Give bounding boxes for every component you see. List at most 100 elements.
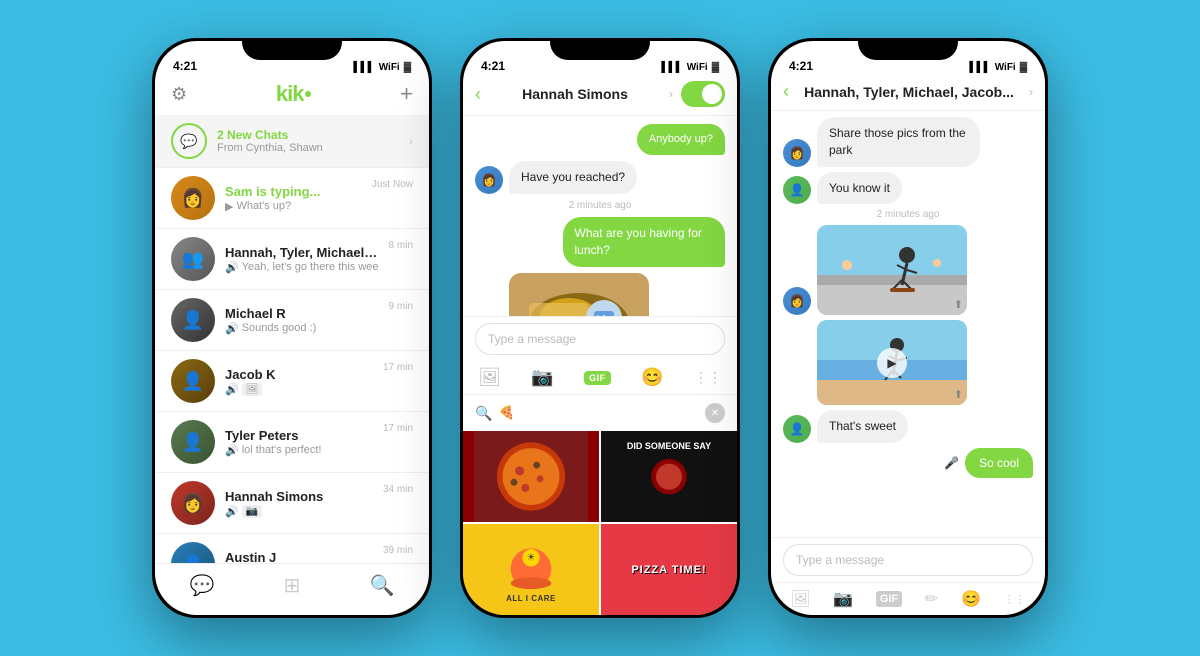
message-row: 👩 LA CROIX ⬆	[475, 273, 725, 316]
notch-3	[858, 38, 958, 60]
gif-button[interactable]: GIF	[876, 591, 902, 607]
chat-info: Jacob K 🔊 🖼	[225, 367, 373, 396]
gif-button[interactable]: GIF	[584, 371, 611, 385]
message-bubble: That's sweet	[817, 410, 908, 443]
gif-item[interactable]: PIZZA TIME!	[601, 524, 737, 615]
camera-button[interactable]: 📷	[833, 589, 853, 609]
message-row: 👩	[783, 225, 1033, 315]
upload-icon[interactable]: ⬆	[954, 388, 963, 401]
message-input[interactable]: Type a message	[783, 544, 1033, 576]
food-image: LA CROIX	[509, 273, 649, 316]
list-item[interactable]: 👤 Jacob K 🔊 🖼 17 min	[155, 351, 429, 412]
preview-icon: 🔊	[225, 261, 239, 274]
photo-library-button[interactable]: 🖼	[478, 367, 501, 388]
status-icons-3: ▌▌▌ WiFi ▓	[969, 62, 1027, 73]
chat-time: 9 min	[389, 301, 413, 312]
photo-library-button[interactable]: 🖼	[790, 589, 810, 609]
list-item[interactable]: 👩 Hannah Simons 🔊 📷 34 min	[155, 473, 429, 534]
chat-info: Michael R 🔊 Sounds good :)	[225, 306, 379, 335]
chat-info: Hannah Simons 🔊 📷	[225, 489, 373, 518]
video-call-toggle[interactable]	[681, 81, 725, 107]
toggle-knob	[702, 84, 722, 104]
chat-time: 17 min	[383, 362, 413, 373]
camera-button[interactable]: 📷	[531, 367, 553, 388]
message-row: What are you having for lunch?	[475, 217, 725, 267]
list-item[interactable]: 👤 Tyler Peters 🔊 lol that's perfect! 17 …	[155, 412, 429, 473]
more-button[interactable]: ⋮⋮	[694, 369, 722, 386]
avatar: 👤	[171, 298, 215, 342]
chat-info: Hannah, Tyler, Michael, R... 🔊 Yeah, let…	[225, 245, 379, 274]
upload-icon[interactable]: ⬆	[954, 298, 963, 311]
message-row: Anybody up?	[475, 124, 725, 155]
wifi-icon: WiFi	[379, 62, 400, 73]
more-button[interactable]: ⋮⋮	[1004, 593, 1026, 606]
conv-title: Hannah Simons	[489, 86, 661, 102]
gif-search-clear-button[interactable]: ✕	[705, 403, 725, 423]
chat-list: 👩 Sam is typing... ▶ What's up? Just Now…	[155, 168, 429, 563]
input-placeholder: Type a message	[796, 553, 884, 567]
chat-preview: 🔊 Sounds good :)	[225, 322, 379, 335]
skate-video: ▶	[817, 320, 967, 405]
message-bubble: You know it	[817, 172, 902, 205]
chat-time: 17 min	[383, 423, 413, 434]
status-time-2: 4:21	[481, 59, 505, 73]
chat-name: Michael R	[225, 306, 379, 321]
battery-icon: ▓	[1020, 62, 1027, 73]
chat-name: Hannah Simons	[225, 489, 373, 504]
gif-item[interactable]: DID SOMEONE SAY	[601, 431, 737, 522]
list-item[interactable]: 👥 Hannah, Tyler, Michael, R... 🔊 Yeah, l…	[155, 229, 429, 290]
list-item[interactable]: 👩 Sam is typing... ▶ What's up? Just Now	[155, 168, 429, 229]
preview-icon: ▶	[225, 200, 233, 213]
phone-1: 4:21 ▌▌▌ WiFi ▓ ⚙ kik + 💬 2 New Chats Fr…	[152, 38, 432, 618]
avatar: 👩	[171, 481, 215, 525]
chat-preview: ▶ What's up?	[225, 200, 362, 213]
gif-item[interactable]: ☀ ALL I CARE	[463, 524, 599, 615]
new-chats-sublabel: From Cynthia, Shawn	[217, 142, 323, 154]
message-bubble: Have you reached?	[509, 161, 637, 194]
new-chat-button[interactable]: +	[400, 81, 413, 107]
list-item[interactable]: 👤 Austin J 🔊 I'll let you know by tonigh…	[155, 534, 429, 563]
new-chats-bar[interactable]: 💬 2 New Chats From Cynthia, Shawn ›	[155, 115, 429, 168]
gif-label: PIZZA TIME!	[631, 564, 706, 576]
pen-button[interactable]: ✏	[925, 589, 938, 609]
gif-search-bar: 🔍 ✕	[463, 394, 737, 431]
new-chats-info: 2 New Chats From Cynthia, Shawn	[217, 128, 323, 154]
message-row: 👩 Share those pics from the park	[783, 117, 1033, 167]
video-play-button[interactable]: ▶	[877, 348, 907, 378]
nav-grid-icon[interactable]: ⊞	[284, 573, 301, 598]
wifi-icon: WiFi	[687, 62, 708, 73]
back-button[interactable]: ‹	[783, 81, 789, 102]
sender-avatar: 👩	[783, 287, 811, 315]
gif-search-input[interactable]	[498, 399, 699, 427]
message-input[interactable]: Type a message	[475, 323, 725, 355]
gear-icon[interactable]: ⚙	[171, 84, 187, 105]
emoji-button[interactable]: 😊	[641, 367, 663, 388]
skate-photo	[817, 225, 967, 315]
gif-label: ALL I CARE	[506, 594, 556, 603]
svg-text:☀: ☀	[526, 553, 535, 564]
gif-grid: DID SOMEONE SAY ☀ ALL I CARE PIZZA TIME!	[463, 431, 737, 615]
gif-label: DID SOMEONE SAY	[606, 441, 732, 452]
group-conv-header: ‹ Hannah, Tyler, Michael, Jacob... ›	[771, 77, 1045, 111]
input-placeholder: Type a message	[488, 332, 576, 346]
chat-name: Sam is typing...	[225, 184, 362, 199]
timestamp: 2 minutes ago	[783, 209, 1033, 220]
messages-area: Anybody up? 👩 Have you reached? 2 minute…	[463, 116, 737, 316]
list-item[interactable]: 👤 Michael R 🔊 Sounds good :) 9 min	[155, 290, 429, 351]
gif-item[interactable]	[463, 431, 599, 522]
nav-search-icon[interactable]: 🔍	[370, 573, 395, 598]
search-icon: 🔍	[475, 405, 492, 422]
nav-chat-icon[interactable]: 💬	[190, 573, 215, 598]
chat-info: Tyler Peters 🔊 lol that's perfect!	[225, 428, 373, 457]
conv-header: ‹ Hannah Simons ›	[463, 77, 737, 116]
image-preview-icon: 📷	[242, 505, 262, 518]
chat-preview: 🔊 Yeah, let's go there this weekend...	[225, 261, 379, 274]
preview-icon: 🔊	[225, 383, 239, 396]
back-button[interactable]: ‹	[475, 84, 481, 105]
emoji-button[interactable]: 😊	[961, 589, 981, 609]
avatar: 👩	[171, 176, 215, 220]
mic-icon: 🎤	[944, 456, 959, 470]
status-icons-2: ▌▌▌ WiFi ▓	[661, 62, 719, 73]
media-toolbar: 🖼 📷 GIF ✏ 😊 ⋮⋮	[771, 582, 1045, 615]
sender-avatar: 👤	[783, 176, 811, 204]
